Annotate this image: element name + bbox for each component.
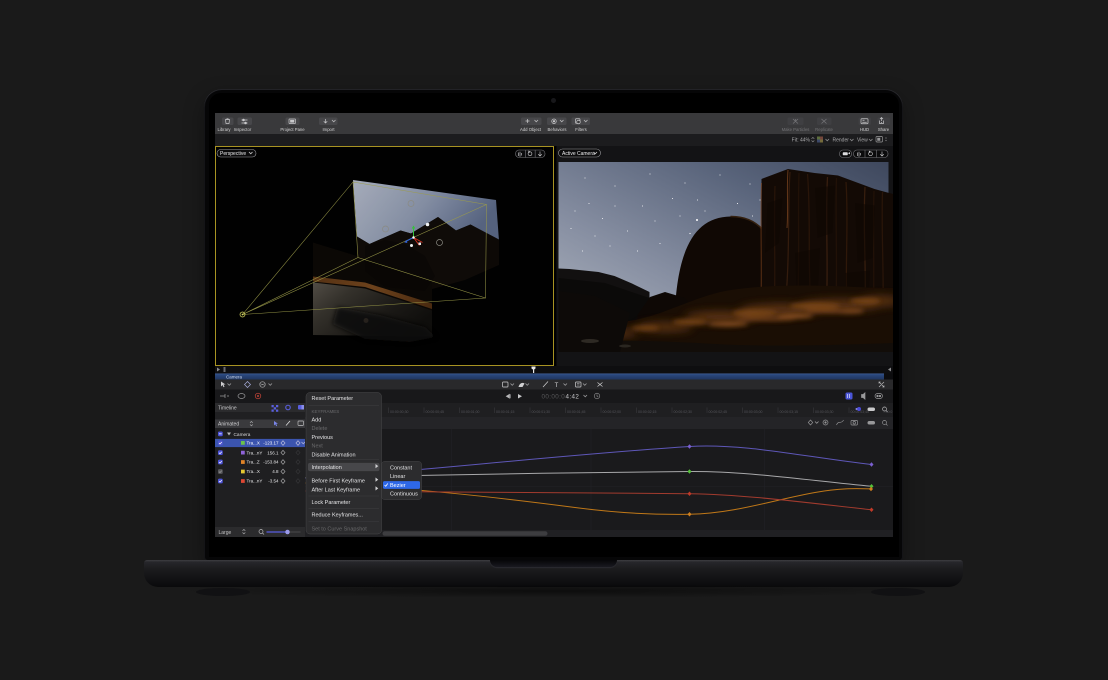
svg-text:Linear: Linear — [390, 474, 405, 480]
svg-text:00:00:01;30: 00:00:01;30 — [532, 410, 551, 414]
svg-text:Make Particles: Make Particles — [782, 127, 810, 132]
svg-text:00:00:02;15: 00:00:02;15 — [638, 410, 657, 414]
svg-text:00:00:00;30: 00:00:00;30 — [390, 410, 409, 414]
svg-text:-153.84: -153.84 — [263, 460, 279, 465]
svg-text:Fit: 44%: Fit: 44% — [792, 138, 811, 144]
svg-text:Timeline: Timeline — [218, 406, 237, 412]
svg-text:Tra...Z: Tra...Z — [247, 460, 260, 465]
svg-text:Reset Parameter: Reset Parameter — [312, 396, 354, 402]
svg-text:Library: Library — [218, 127, 232, 132]
svg-text:00:00:03;30: 00:00:03;30 — [815, 410, 834, 414]
svg-text:Add: Add — [312, 418, 322, 424]
svg-text:00:00:01;45: 00:00:01;45 — [567, 410, 586, 414]
svg-text:Constant: Constant — [390, 466, 412, 472]
svg-text:Continuous: Continuous — [390, 492, 418, 498]
svg-text:Large: Large — [219, 530, 232, 536]
svg-text:00:00:02;00: 00:00:02;00 — [603, 410, 622, 414]
svg-text:00:00:03;15: 00:00:03;15 — [780, 410, 799, 414]
svg-text:156.1: 156.1 — [267, 450, 279, 455]
svg-text:00:00:01;00: 00:00:01;00 — [461, 410, 480, 414]
svg-text:T: T — [555, 383, 559, 389]
svg-text:Inspector: Inspector — [234, 127, 252, 132]
svg-text:-123.17: -123.17 — [263, 441, 279, 446]
svg-text:Before First Keyframe: Before First Keyframe — [312, 479, 366, 485]
svg-text:Behaviors: Behaviors — [548, 127, 567, 132]
svg-text:Add Object: Add Object — [520, 127, 542, 132]
svg-text:Replicate: Replicate — [815, 127, 833, 132]
svg-text:Animated: Animated — [218, 422, 239, 428]
svg-text:Perspective: Perspective — [220, 151, 246, 157]
svg-text:View: View — [857, 138, 868, 144]
svg-text:HUD: HUD — [860, 127, 869, 132]
svg-text:-3.54: -3.54 — [268, 479, 279, 484]
svg-text:Tra...X: Tra...X — [247, 469, 260, 474]
svg-text:00:00:02;30: 00:00:02;30 — [674, 410, 693, 414]
svg-text:Lock Parameter: Lock Parameter — [312, 500, 351, 506]
svg-text:Share: Share — [878, 127, 890, 132]
svg-text:Previous: Previous — [312, 435, 334, 441]
svg-text:Tra...nY: Tra...nY — [247, 479, 263, 484]
svg-text:00:00:01;15: 00:00:01;15 — [496, 410, 515, 414]
svg-text:4:42: 4:42 — [566, 393, 580, 400]
svg-text:00:00:02;45: 00:00:02;45 — [709, 410, 728, 414]
svg-text:Bezier: Bezier — [390, 483, 406, 489]
svg-text:After Last Keyframe: After Last Keyframe — [312, 487, 361, 493]
svg-text:00:00:0: 00:00:0 — [542, 393, 566, 400]
svg-text:Filters: Filters — [575, 127, 587, 132]
svg-text:Interpolation: Interpolation — [312, 465, 342, 471]
svg-text:Active Camera: Active Camera — [562, 151, 595, 157]
svg-text:Reduce Keyframes...: Reduce Keyframes... — [312, 513, 364, 519]
svg-text:Delete: Delete — [312, 426, 328, 432]
svg-text:Set to Curve Snapshot: Set to Curve Snapshot — [312, 527, 368, 533]
svg-text:00:00:03;00: 00:00:03;00 — [744, 410, 763, 414]
svg-text:Render: Render — [833, 138, 850, 144]
svg-text:Camera: Camera — [234, 432, 251, 438]
svg-text:Project Pane: Project Pane — [280, 127, 305, 132]
svg-text:Camera: Camera — [226, 374, 243, 379]
svg-text:Disable Animation: Disable Animation — [312, 452, 356, 458]
svg-text:4.8: 4.8 — [272, 469, 279, 474]
svg-text:KEYFRAMES: KEYFRAMES — [312, 409, 340, 414]
svg-text:Tra...X: Tra...X — [247, 441, 260, 446]
svg-text:00:00:00;45: 00:00:00;45 — [426, 410, 445, 414]
svg-text:Import: Import — [322, 127, 335, 132]
svg-text:Next: Next — [312, 443, 324, 449]
svg-text:Tra...nY: Tra...nY — [247, 450, 263, 455]
